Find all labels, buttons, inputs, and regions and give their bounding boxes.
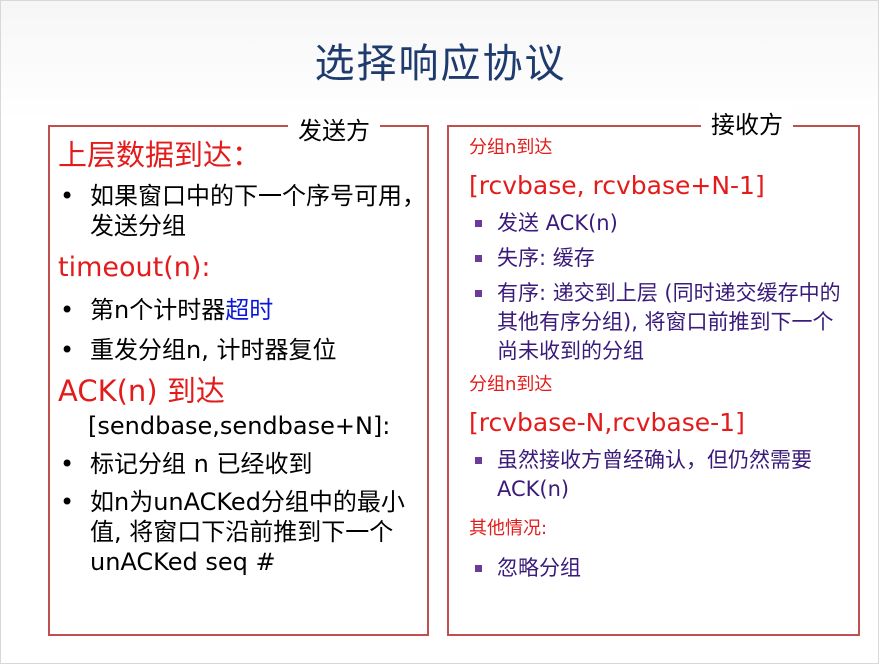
bullet-icon: • [60,182,75,210]
block2-list: 虽然接收方曾经确认，但仍然需要ACK(n) [469,446,854,504]
ack-item-1: 标记分组 n 已经收到 [90,450,313,478]
timeout-heading: timeout(n): [58,252,211,283]
block3-heading: 其他情况: [469,518,548,539]
sender-content: 上层数据到达： • 如果窗口中的下一个序号可用，发送分组 timeout(n):… [58,135,428,577]
timeout-item-1-text: 第n个计时器 [90,296,226,324]
ack-range: [sendbase,sendbase+N]: [88,412,391,440]
timeout-item-1: 第n个计时器超时 [90,295,273,325]
upper-item-text: 如果窗口中的下一个序号可用，发送分组 [90,182,426,240]
block1-item: 有序: 递交到上层 (同时递交缓存中的其他有序分组), 将窗口前推到下一个尚未收… [497,281,841,363]
square-bullet-icon [469,209,497,238]
list-item: • 如果窗口中的下一个序号可用，发送分组 [58,181,428,241]
square-bullet-icon [469,446,497,504]
list-item: 失序: 缓存 [469,244,854,273]
block2-heading: 分组n到达 [469,374,553,395]
ack-heading: ACK(n) 到达 [58,374,225,408]
block1-item: 发送 ACK(n) [497,211,618,235]
timeout-item-2: 重发分组n, 计时器复位 [90,336,337,364]
list-item: 有序: 递交到上层 (同时递交缓存中的其他有序分组), 将窗口前推到下一个尚未收… [469,279,854,366]
bullet-icon: • [60,488,75,516]
block2-range: [rcvbase-N,rcvbase-1] [469,408,745,437]
list-item: 发送 ACK(n) [469,209,854,238]
block3-item: 忽略分组 [497,556,581,580]
block3-list: 忽略分组 [469,554,854,583]
block2-item: 虽然接收方曾经确认，但仍然需要ACK(n) [497,448,812,501]
receiver-content: 分组n到达 [rcvbase, rcvbase+N-1] 发送 ACK(n) 失… [469,135,854,583]
slide: 选择响应协议 发送方 上层数据到达： • 如果窗口中的下一个序号可用，发送分组 … [0,0,879,664]
square-bullet-icon [469,279,497,366]
upper-data-heading: 上层数据到达： [58,138,262,172]
list-item: • 重发分组n, 计时器复位 [58,335,428,365]
list-item: 虽然接收方曾经确认，但仍然需要ACK(n) [469,446,854,504]
page-title: 选择响应协议 [314,41,567,87]
ack-item-2: 如n为unACKed分组中的最小值, 将窗口下沿前推到下一个unACKed se… [90,488,405,576]
list-item: • 标记分组 n 已经收到 [58,449,428,479]
block1-heading: 分组n到达 [469,137,553,158]
block1-list: 发送 ACK(n) 失序: 缓存 有序: 递交到上层 (同时递交缓存中的其他有序… [469,209,854,366]
list-item: 忽略分组 [469,554,854,583]
bullet-icon: • [60,450,75,478]
timeout-highlight: 超时 [225,296,274,324]
square-bullet-icon [469,244,497,273]
square-bullet-icon [469,554,497,583]
bullet-icon: • [60,336,75,364]
list-item: • 第n个计时器超时 [58,295,428,325]
list-item: • 如n为unACKed分组中的最小值, 将窗口下沿前推到下一个unACKed … [58,487,428,577]
bullet-icon: • [60,296,75,324]
block1-item: 失序: 缓存 [497,246,595,270]
block1-range: [rcvbase, rcvbase+N-1] [469,171,765,200]
